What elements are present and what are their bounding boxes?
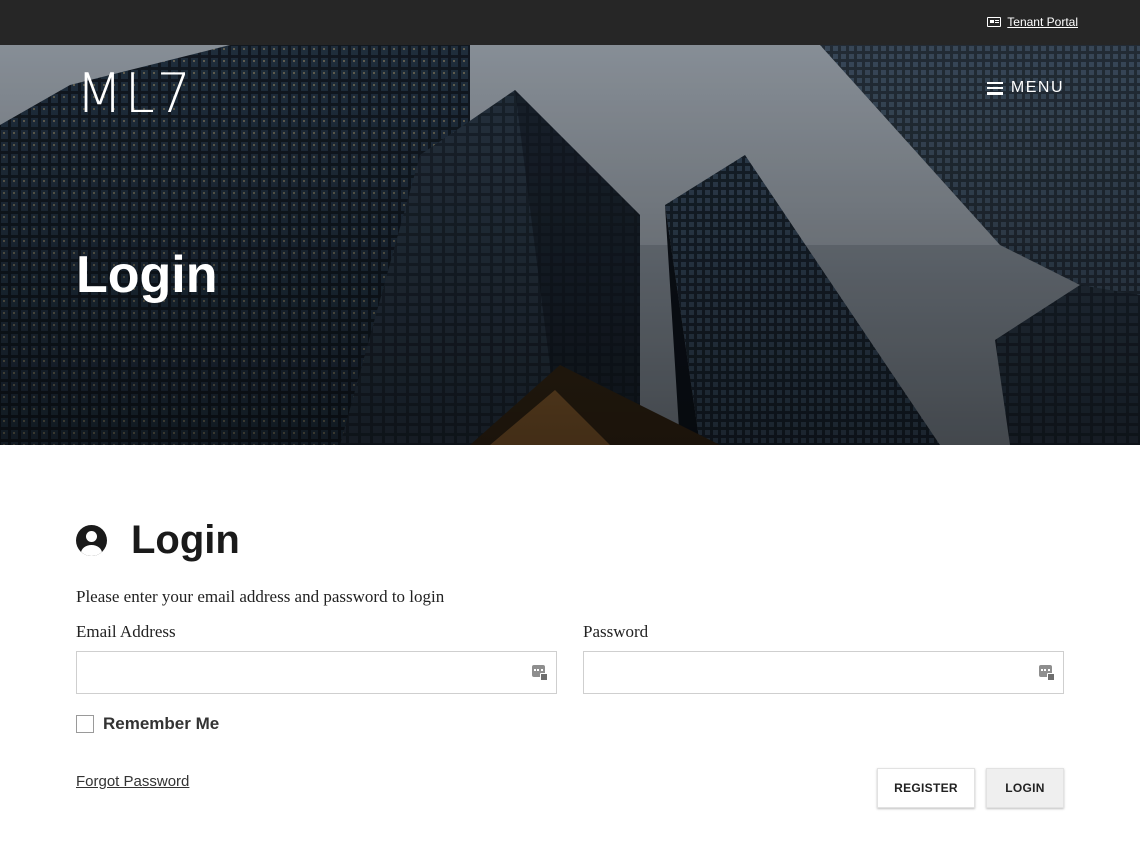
- login-heading: Login: [76, 518, 240, 563]
- remember-me-checkbox[interactable]: [76, 715, 94, 733]
- forgot-password-link[interactable]: Forgot Password: [76, 773, 189, 790]
- hero-title: Login: [76, 246, 218, 304]
- remember-me[interactable]: Remember Me: [76, 714, 219, 734]
- password-field[interactable]: [583, 651, 1064, 694]
- top-bar: Tenant Portal: [0, 0, 1140, 45]
- password-label: Password: [583, 622, 649, 641]
- email-input[interactable]: [77, 652, 556, 693]
- register-button[interactable]: REGISTER: [877, 768, 975, 808]
- password-manager-icon[interactable]: [1039, 665, 1055, 681]
- id-card-icon: [987, 17, 1002, 27]
- tenant-portal-label: Tenant Portal: [1007, 15, 1078, 29]
- login-button[interactable]: LOGIN: [986, 768, 1064, 808]
- hamburger-icon: [986, 81, 1003, 95]
- login-heading-text: Login: [131, 518, 240, 562]
- tenant-portal-link[interactable]: Tenant Portal: [987, 15, 1078, 29]
- hero-banner: ML7 MENU Login: [0, 45, 1140, 445]
- remember-me-label: Remember Me: [103, 714, 220, 733]
- password-input[interactable]: [584, 652, 1063, 693]
- ml7-logo[interactable]: ML7: [76, 67, 193, 121]
- menu-button[interactable]: MENU: [986, 79, 1064, 97]
- menu-label: MENU: [1010, 79, 1064, 96]
- password-manager-icon[interactable]: [532, 665, 548, 681]
- login-instructions: Please enter your email address and pass…: [76, 587, 445, 606]
- user-circle-icon: [76, 525, 107, 556]
- email-field[interactable]: [76, 651, 557, 694]
- email-label: Email Address: [76, 622, 176, 641]
